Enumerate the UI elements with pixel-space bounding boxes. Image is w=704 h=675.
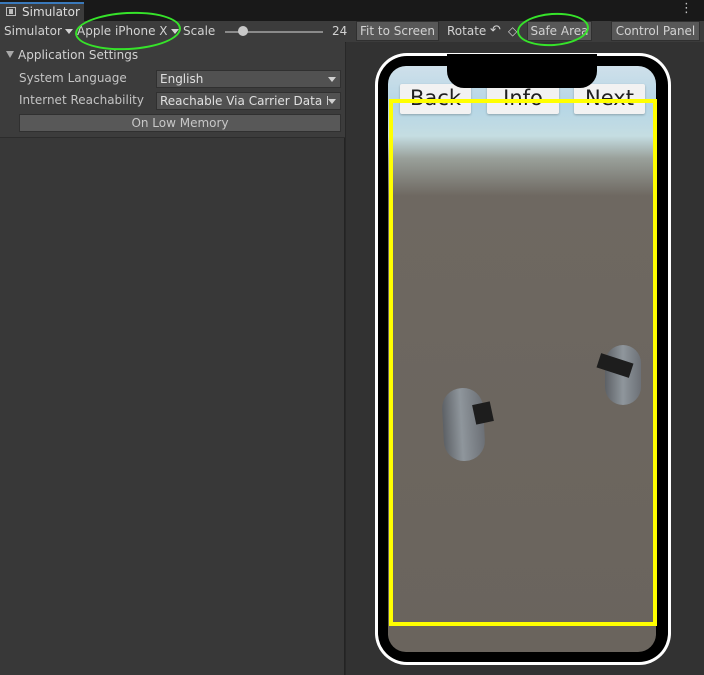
simulator-toolbar: Simulator Apple iPhone X Scale 24 Fit to…: [0, 21, 704, 43]
scale-label: Scale: [183, 24, 216, 38]
chevron-down-icon: [170, 29, 179, 34]
chevron-down-icon: [328, 99, 336, 104]
on-low-memory-button[interactable]: On Low Memory: [19, 114, 341, 132]
rotate-left-icon[interactable]: ↶: [490, 21, 501, 41]
safe-area-outline: [389, 99, 657, 626]
rotate-right-icon[interactable]: ◇: [508, 21, 517, 41]
device-dropdown-label: Apple iPhone X: [77, 24, 168, 38]
application-settings-section: Application Settings System Language Eng…: [0, 42, 345, 138]
device-notch: [447, 54, 597, 88]
application-settings-foldout[interactable]: Application Settings: [6, 48, 138, 62]
scale-value: 24: [332, 24, 348, 38]
system-language-label: System Language: [19, 71, 127, 85]
system-language-dropdown[interactable]: English: [156, 70, 341, 88]
mode-dropdown[interactable]: Simulator: [4, 21, 73, 41]
mode-dropdown-label: Simulator: [4, 24, 62, 38]
internet-reachability-dropdown[interactable]: Reachable Via Carrier Data Network: [156, 92, 341, 110]
settings-panel: Application Settings System Language Eng…: [0, 42, 345, 675]
editor-tab-bar: Simulator ⋮: [0, 0, 704, 21]
system-language-value: English: [160, 72, 204, 86]
foldout-arrow-icon: [6, 51, 14, 58]
simulator-icon: [6, 7, 16, 16]
chevron-down-icon: [328, 77, 336, 82]
scale-slider-handle[interactable]: [238, 26, 248, 36]
tab-simulator-label: Simulator: [22, 5, 80, 19]
fit-to-screen-button[interactable]: Fit to Screen: [356, 21, 439, 41]
tab-simulator[interactable]: Simulator: [0, 2, 84, 21]
control-panel-button[interactable]: Control Panel: [611, 21, 700, 41]
rotate-label: Rotate: [447, 24, 487, 38]
application-settings-title: Application Settings: [18, 48, 139, 62]
internet-reachability-label: Internet Reachability: [19, 93, 144, 107]
chevron-down-icon: [64, 29, 73, 34]
safe-area-button[interactable]: Safe Area: [527, 21, 592, 41]
device-dropdown[interactable]: Apple iPhone X: [77, 21, 179, 41]
kebab-menu-icon[interactable]: ⋮: [680, 2, 693, 15]
internet-reachability-value: Reachable Via Carrier Data Network: [160, 94, 328, 108]
